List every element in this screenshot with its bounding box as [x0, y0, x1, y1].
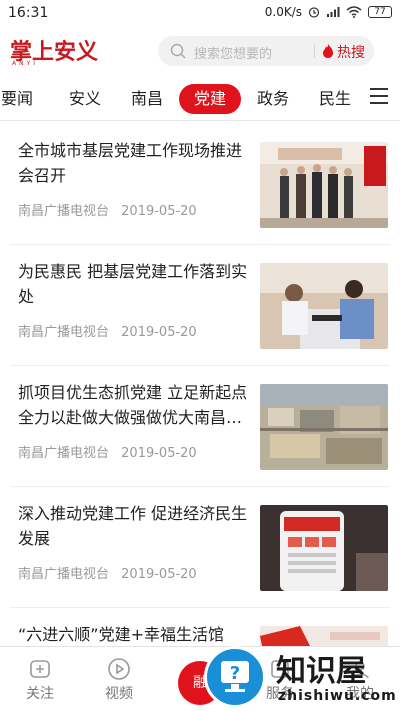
watermark-badge: ? [204, 646, 266, 708]
tab-zhengwu[interactable]: 政务 [250, 84, 296, 114]
watermark-domain: zhishiwu.com [278, 688, 397, 704]
news-title[interactable]: 全市城市基层党建工作现场推进会召开 [18, 138, 254, 188]
svg-text:?: ? [230, 663, 240, 684]
watermark: ? 知识屋 zhishiwu.com [204, 644, 400, 711]
video-play-icon [108, 658, 130, 680]
search-bar[interactable]: 搜索您想要的 热搜 [158, 36, 374, 66]
news-date: 2019-05-20 [121, 204, 197, 219]
news-date: 2019-05-20 [121, 325, 197, 340]
status-indicators: 0.0K/s 77 [265, 5, 392, 19]
news-thumbnail[interactable] [260, 384, 388, 470]
news-source: 南昌广播电视台 [18, 567, 110, 582]
news-item[interactable]: 全市城市基层党建工作现场推进会召开 南昌广播电视台 2019-05-20 [0, 124, 400, 245]
tab-dangjian[interactable]: 党建 [179, 84, 241, 114]
nav-label: 关注 [26, 686, 54, 702]
news-item[interactable]: 深入推动党建工作 促进经济民生发展 南昌广播电视台 2019-05-20 [0, 487, 400, 608]
news-title[interactable]: 抓项目优生态抓党建 立足新起点 全力以赴做大做强做优大南昌… [18, 380, 254, 430]
search-icon [170, 43, 186, 59]
tab-nanchang[interactable]: 南昌 [124, 84, 170, 114]
tab-yaowen[interactable]: 要闻 [0, 84, 42, 114]
nav-video[interactable]: 视频 [89, 657, 149, 703]
news-thumbnail[interactable] [260, 142, 388, 228]
hot-search-button[interactable]: 热搜 [337, 42, 365, 62]
news-source: 南昌广播电视台 [18, 325, 110, 340]
net-speed: 0.0K/s [264, 5, 302, 19]
news-title[interactable]: 深入推动党建工作 促进经济民生发展 [18, 501, 254, 551]
news-item[interactable]: 为民惠民 把基层党建工作落到实处 南昌广播电视台 2019-05-20 [0, 245, 400, 366]
app-header: 掌上安义 ANYI 搜索您想要的 热搜 [0, 26, 400, 76]
alarm-icon [308, 7, 320, 18]
status-bar: 16:31 0.0K/s 77 [0, 0, 400, 26]
channel-menu-icon[interactable] [370, 88, 388, 104]
search-divider [314, 44, 315, 58]
flame-icon [323, 44, 333, 58]
nav-follow[interactable]: 关注 [10, 657, 70, 703]
watermark-text: 知识屋 [276, 654, 366, 689]
news-meta: 南昌广播电视台 2019-05-20 [18, 200, 197, 219]
follow-icon [30, 660, 50, 678]
status-time: 16:31 [8, 5, 49, 21]
news-source: 南昌广播电视台 [18, 204, 110, 219]
tab-anyi[interactable]: 安义 [62, 84, 108, 114]
news-date: 2019-05-20 [121, 567, 197, 582]
nav-label: 视频 [105, 686, 133, 702]
news-meta: 南昌广播电视台 2019-05-20 [18, 321, 197, 340]
wifi-icon [346, 6, 362, 18]
news-thumbnail[interactable] [260, 505, 388, 591]
logo-subtitle: ANYI [12, 60, 39, 67]
news-thumbnail[interactable] [260, 263, 388, 349]
battery-indicator: 77 [368, 6, 392, 18]
tab-minsheng[interactable]: 民生 [312, 84, 358, 114]
news-item[interactable]: “六进六顺”党建+幸福生活馆 [0, 608, 400, 646]
signal-icon [327, 7, 340, 17]
question-monitor-icon: ? [221, 661, 249, 692]
news-meta: 南昌广播电视台 2019-05-20 [18, 442, 197, 461]
news-title[interactable]: “六进六顺”党建+幸福生活馆 [18, 622, 254, 646]
channel-tabs: 要闻 安义 南昌 党建 政务 民生 [0, 80, 400, 120]
news-item[interactable]: 抓项目优生态抓党建 立足新起点 全力以赴做大做强做优大南昌… 南昌广播电视台 2… [0, 366, 400, 487]
news-meta: 南昌广播电视台 2019-05-20 [18, 563, 197, 582]
news-date: 2019-05-20 [121, 446, 197, 461]
search-input[interactable]: 搜索您想要的 [194, 43, 272, 62]
news-thumbnail[interactable] [260, 626, 388, 646]
news-title[interactable]: 为民惠民 把基层党建工作落到实处 [18, 259, 254, 309]
tabs-divider [0, 120, 400, 121]
news-source: 南昌广播电视台 [18, 446, 110, 461]
